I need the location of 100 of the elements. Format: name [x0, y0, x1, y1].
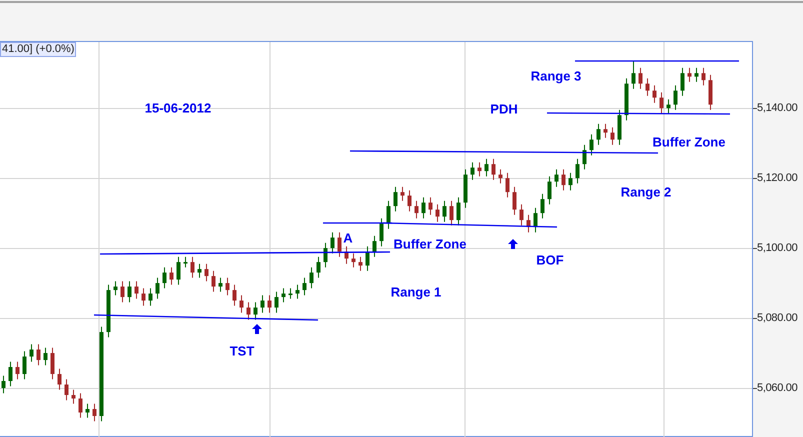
candlestick [162, 266, 166, 289]
candlestick [632, 60, 636, 90]
candlestick [702, 67, 706, 86]
candlestick [114, 280, 118, 296]
candlestick [86, 403, 90, 418]
candlestick [568, 172, 572, 191]
candlestick [492, 158, 496, 180]
candlestick [596, 123, 600, 146]
candlestick [610, 126, 614, 146]
candlestick [254, 302, 258, 320]
candlestick [30, 344, 34, 362]
candlestick [316, 256, 320, 278]
chart-annotation: Range 3 [530, 68, 582, 84]
axis-label: 5,120.00 [757, 172, 798, 185]
candlestick [352, 252, 356, 268]
candlestick [470, 162, 474, 180]
candlestick [212, 270, 216, 292]
candlestick [408, 190, 412, 212]
candlestick [422, 196, 426, 219]
candlestick [380, 218, 384, 247]
axis-label: 5,100.00 [757, 242, 798, 255]
candlestick [400, 186, 404, 202]
chart-annotation: 15-06-2012 [144, 100, 212, 116]
chart-annotation: PDH [490, 102, 518, 116]
candlestick [358, 256, 362, 272]
candlestick [450, 200, 454, 226]
candlestick [386, 200, 390, 230]
candlestick [184, 256, 188, 268]
candlestick [688, 67, 692, 82]
candlestick [274, 291, 278, 314]
candlestick [694, 67, 698, 82]
candlestick [540, 193, 544, 219]
candlestick [58, 368, 62, 390]
candlestick [338, 232, 342, 258]
candlestick [520, 204, 524, 226]
candlestick [324, 242, 328, 268]
candlestick [484, 158, 488, 177]
candlestick [148, 288, 152, 306]
candlestick [666, 98, 670, 114]
candlestick [232, 284, 236, 306]
candlestick [554, 168, 558, 188]
candlestick [428, 196, 432, 216]
candlestick [582, 144, 586, 170]
candlestick [456, 196, 460, 226]
candlestick [288, 288, 292, 300]
axis-label: 5,080.00 [757, 312, 798, 325]
candlestick [2, 375, 6, 394]
axis-label: 5,060.00 [757, 382, 798, 395]
candlestick [64, 378, 68, 401]
candlestick [44, 347, 48, 366]
candlestick [72, 389, 76, 404]
candlestick [78, 392, 82, 418]
candlestick [204, 263, 208, 282]
candlestick [176, 256, 180, 286]
candlestick [436, 204, 440, 222]
candlestick [268, 294, 272, 314]
candlestick [218, 277, 222, 292]
candlestick [534, 207, 538, 233]
candlestick [190, 256, 194, 278]
chart-annotation: TST [230, 344, 254, 358]
candlestick [512, 186, 516, 216]
candlestick [498, 168, 502, 184]
candlestick [576, 158, 580, 184]
candlestick [638, 67, 642, 90]
chart-annotation: Range 2 [620, 184, 672, 200]
candlestick [310, 266, 314, 289]
candlestick [226, 277, 230, 296]
chart-annotation: Buffer Zone [652, 134, 726, 150]
up-arrow-icon [508, 239, 518, 249]
candlestick [562, 168, 566, 191]
axis-label: 5,140.00 [757, 102, 798, 115]
candlestick [36, 344, 40, 366]
candlestick [590, 134, 594, 156]
candlestick [646, 78, 650, 96]
chart-annotation: BOF [536, 252, 564, 268]
candlestick [246, 302, 250, 320]
chart-annotation: Buffer Zone [394, 236, 466, 252]
candlestick [282, 288, 286, 303]
candlestick [680, 67, 684, 96]
candlestick [156, 277, 160, 300]
candlestick [22, 350, 26, 380]
candlestick [330, 232, 334, 254]
candlestick [442, 200, 446, 222]
candlestick [260, 294, 264, 314]
candlestick [478, 162, 482, 177]
candlestick [134, 280, 138, 300]
candlestick [120, 280, 124, 303]
candlestick [660, 92, 664, 114]
candlestick [240, 294, 244, 314]
candlestick [128, 280, 132, 303]
candlestick [604, 123, 608, 138]
up-arrow-icon [252, 324, 262, 334]
candlestick [414, 200, 418, 219]
candlestick [506, 172, 510, 198]
candlestick [50, 347, 54, 380]
candlestick [92, 403, 96, 422]
candlestick [142, 288, 146, 306]
chart-annotation: Range 1 [390, 284, 442, 300]
candlestick [372, 235, 376, 258]
candlestick [198, 263, 202, 278]
